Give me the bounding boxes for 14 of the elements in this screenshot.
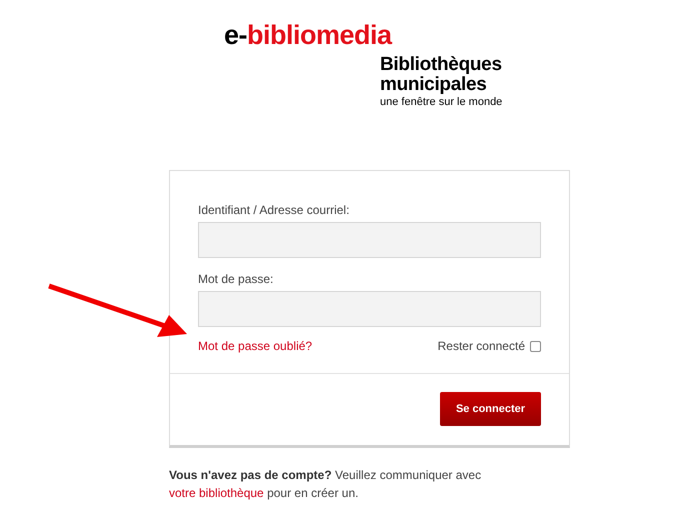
forgot-password-link[interactable]: Mot de passe oublié? — [198, 337, 312, 355]
library-link[interactable]: votre bibliothèque — [169, 486, 264, 500]
signup-note: Vous n'avez pas de compte? Veuillez communiquer avec votre bibliothèque pour en créer un. — [169, 467, 482, 502]
field-label: Identifiant / Adresse courriel: — [198, 202, 350, 219]
login-button[interactable]: Se connecter — [440, 392, 541, 426]
logo-wordmark: e-bibliomedia — [224, 22, 394, 49]
password-field[interactable] — [198, 291, 541, 327]
username-field[interactable] — [198, 222, 541, 258]
logo-title: Bibliothèques — [380, 55, 502, 75]
logo-tagline: une fenêtre sur le monde — [380, 95, 502, 109]
field-label: Mot de passe: — [198, 271, 274, 288]
logo-title: municipales — [380, 75, 488, 95]
remember-checkbox[interactable] — [530, 340, 541, 352]
remember-label: Rester connecté — [438, 338, 525, 355]
